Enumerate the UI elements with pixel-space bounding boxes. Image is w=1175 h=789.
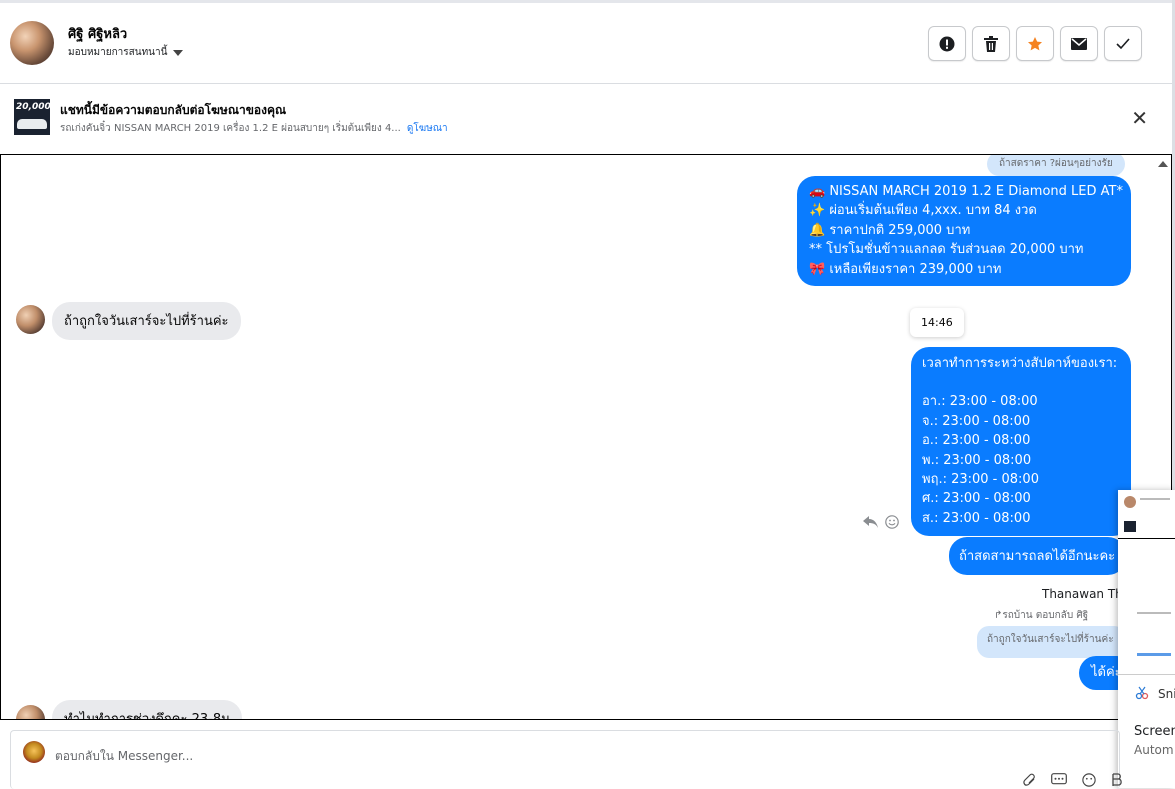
composer-toolbar bbox=[1023, 773, 1123, 787]
hours-line: ส.: 23:00 - 08:00 bbox=[922, 510, 1031, 526]
saved-replies-icon[interactable] bbox=[1051, 773, 1067, 787]
thumbnail-divider bbox=[1118, 538, 1175, 539]
assign-conversation-dropdown[interactable]: มอบหมายการสนทนานี้ bbox=[68, 45, 184, 60]
quoted-message: ถ้าถูกใจวันเสาร์จะไปที่ร้านค่ะ bbox=[977, 626, 1126, 658]
currency-icon[interactable] bbox=[1111, 773, 1123, 787]
close-icon[interactable]: ✕ bbox=[1131, 108, 1148, 128]
message-composer: ตอบกลับใน Messenger... bbox=[10, 730, 1123, 789]
snipping-tool-popup[interactable]: Sni Screen Autom bbox=[1118, 490, 1175, 788]
assign-label: มอบหมายการสนทนานี้ bbox=[68, 47, 168, 58]
conversation-header: ศิฐิ ศิฐิหลิว มอบหมายการสนทนานี้ bbox=[0, 3, 1172, 84]
thumbnail-line bbox=[1137, 612, 1171, 614]
scroll-up-arrow-icon[interactable] bbox=[1158, 161, 1168, 167]
reply-context-note: ↱รถบ้าน ตอบกลับ ศิฐิ bbox=[994, 610, 1089, 621]
contact-name[interactable]: ศิฐิ ศิฐิหลิว bbox=[68, 23, 127, 44]
page-avatar bbox=[23, 741, 45, 763]
view-ad-link[interactable]: ดูโฆษณา bbox=[407, 123, 448, 134]
hours-line: อา.: 23:00 - 08:00 bbox=[922, 394, 1038, 410]
ad-reply-banner: 20,000. แชทนี้มีข้อความตอบกลับต่อโฆษณาขอ… bbox=[0, 84, 1172, 154]
hours-title: เวลาทำการระหว่างสัปดาห์ของเรา: bbox=[922, 356, 1118, 371]
snip-scissors-icon bbox=[1135, 686, 1149, 700]
message-timestamp: 14:46 bbox=[910, 308, 964, 337]
promo-message-bubble: 🚗 NISSAN MARCH 2019 1.2 E Diamond LED AT… bbox=[797, 176, 1131, 287]
ad-description: รถเก่งคันจิ๋ว NISSAN MARCH 2019 เครื่อง … bbox=[60, 123, 401, 134]
hours-line: อ.: 23:00 - 08:00 bbox=[922, 433, 1031, 449]
mark-unread-button[interactable] bbox=[1060, 26, 1098, 61]
contact-avatar[interactable] bbox=[10, 21, 54, 65]
alert-circle-icon bbox=[939, 36, 955, 51]
incoming-message: ทำไมทำการช่วงดึกคะ 23-8ม bbox=[52, 700, 242, 719]
star-icon bbox=[1028, 36, 1042, 50]
message-actions bbox=[863, 515, 899, 529]
promo-line: 🎀 เหลือเพียงราคา 239,000 บาท bbox=[809, 261, 1002, 277]
thumbnail-divider bbox=[1118, 674, 1175, 675]
ad-thumbnail[interactable]: 20,000. bbox=[14, 99, 50, 135]
conversation-actions bbox=[928, 26, 1142, 61]
ad-banner-subtitle: รถเก่งคันจิ๋ว NISSAN MARCH 2019 เครื่อง … bbox=[60, 121, 448, 136]
thumbnail-avatar bbox=[1124, 496, 1136, 508]
screenshot-label: Screen bbox=[1134, 724, 1175, 739]
outgoing-message: ถ้าสดสามารถลดได้อีกนะคะ bbox=[949, 537, 1127, 576]
hours-line: พฤ.: 23:00 - 08:00 bbox=[922, 472, 1039, 488]
hours-line: พ.: 23:00 - 08:00 bbox=[922, 452, 1032, 468]
star-button[interactable] bbox=[1016, 26, 1054, 61]
reply-input[interactable]: ตอบกลับใน Messenger... bbox=[55, 747, 193, 766]
sender-name: Thanawan Tho bbox=[1042, 587, 1131, 601]
chevron-down-icon bbox=[173, 49, 184, 56]
react-smiley-icon[interactable] bbox=[885, 515, 899, 529]
emoji-icon[interactable] bbox=[1081, 773, 1097, 787]
mark-done-button[interactable] bbox=[1104, 26, 1142, 61]
message-thread[interactable]: ถ้าสดราคา ?ผ่อนๆอย่างรัย 🚗 NISSAN MARCH … bbox=[0, 154, 1172, 720]
attach-icon[interactable] bbox=[1023, 773, 1037, 787]
trash-icon bbox=[984, 35, 998, 52]
ad-banner-title: แชทนี้มีข้อความตอบกลับต่อโฆษณาของคุณ bbox=[60, 103, 287, 117]
snip-label: Sni bbox=[1158, 687, 1175, 701]
hours-line: ศ.: 23:00 - 08:00 bbox=[922, 491, 1031, 507]
thumbnail-line bbox=[1140, 498, 1170, 500]
thumbnail-ad bbox=[1124, 521, 1136, 532]
thumbnail-highlight bbox=[1137, 653, 1171, 656]
incoming-message: ถ้าถูกใจวันเสาร์จะไปที่ร้านค่ะ bbox=[52, 302, 241, 340]
hours-line: จ.: 23:00 - 08:00 bbox=[922, 413, 1031, 429]
promo-line: ** โปรโมชั่นข้าวแลกลด รับส่วนลด 20,000 บ… bbox=[809, 242, 1084, 258]
contact-avatar-small[interactable] bbox=[16, 705, 45, 719]
business-hours-bubble: เวลาทำการระหว่างสัปดาห์ของเรา: อา.: 23:0… bbox=[911, 347, 1131, 537]
partial-quoted-message: ถ้าสดราคา ?ผ่อนๆอย่างรัย bbox=[987, 155, 1125, 176]
delete-button[interactable] bbox=[972, 26, 1010, 61]
contact-avatar-small[interactable] bbox=[16, 305, 45, 334]
car-image bbox=[17, 119, 47, 129]
envelope-icon bbox=[1071, 37, 1087, 50]
promo-line: 🔔 ราคาปกติ 259,000 บาท bbox=[809, 222, 971, 238]
check-icon bbox=[1116, 37, 1130, 49]
reply-icon[interactable] bbox=[863, 515, 879, 529]
mark-spam-button[interactable] bbox=[928, 26, 966, 61]
promo-line: ✨ ผ่อนเริ่มต้นเพียง 4,xxx. บาท 84 งวด bbox=[809, 203, 1037, 219]
automatic-label: Autom bbox=[1134, 743, 1174, 757]
promo-line: 🚗 NISSAN MARCH 2019 1.2 E Diamond LED AT… bbox=[809, 184, 1123, 199]
ad-thumbnail-text: 20,000. bbox=[16, 102, 50, 112]
